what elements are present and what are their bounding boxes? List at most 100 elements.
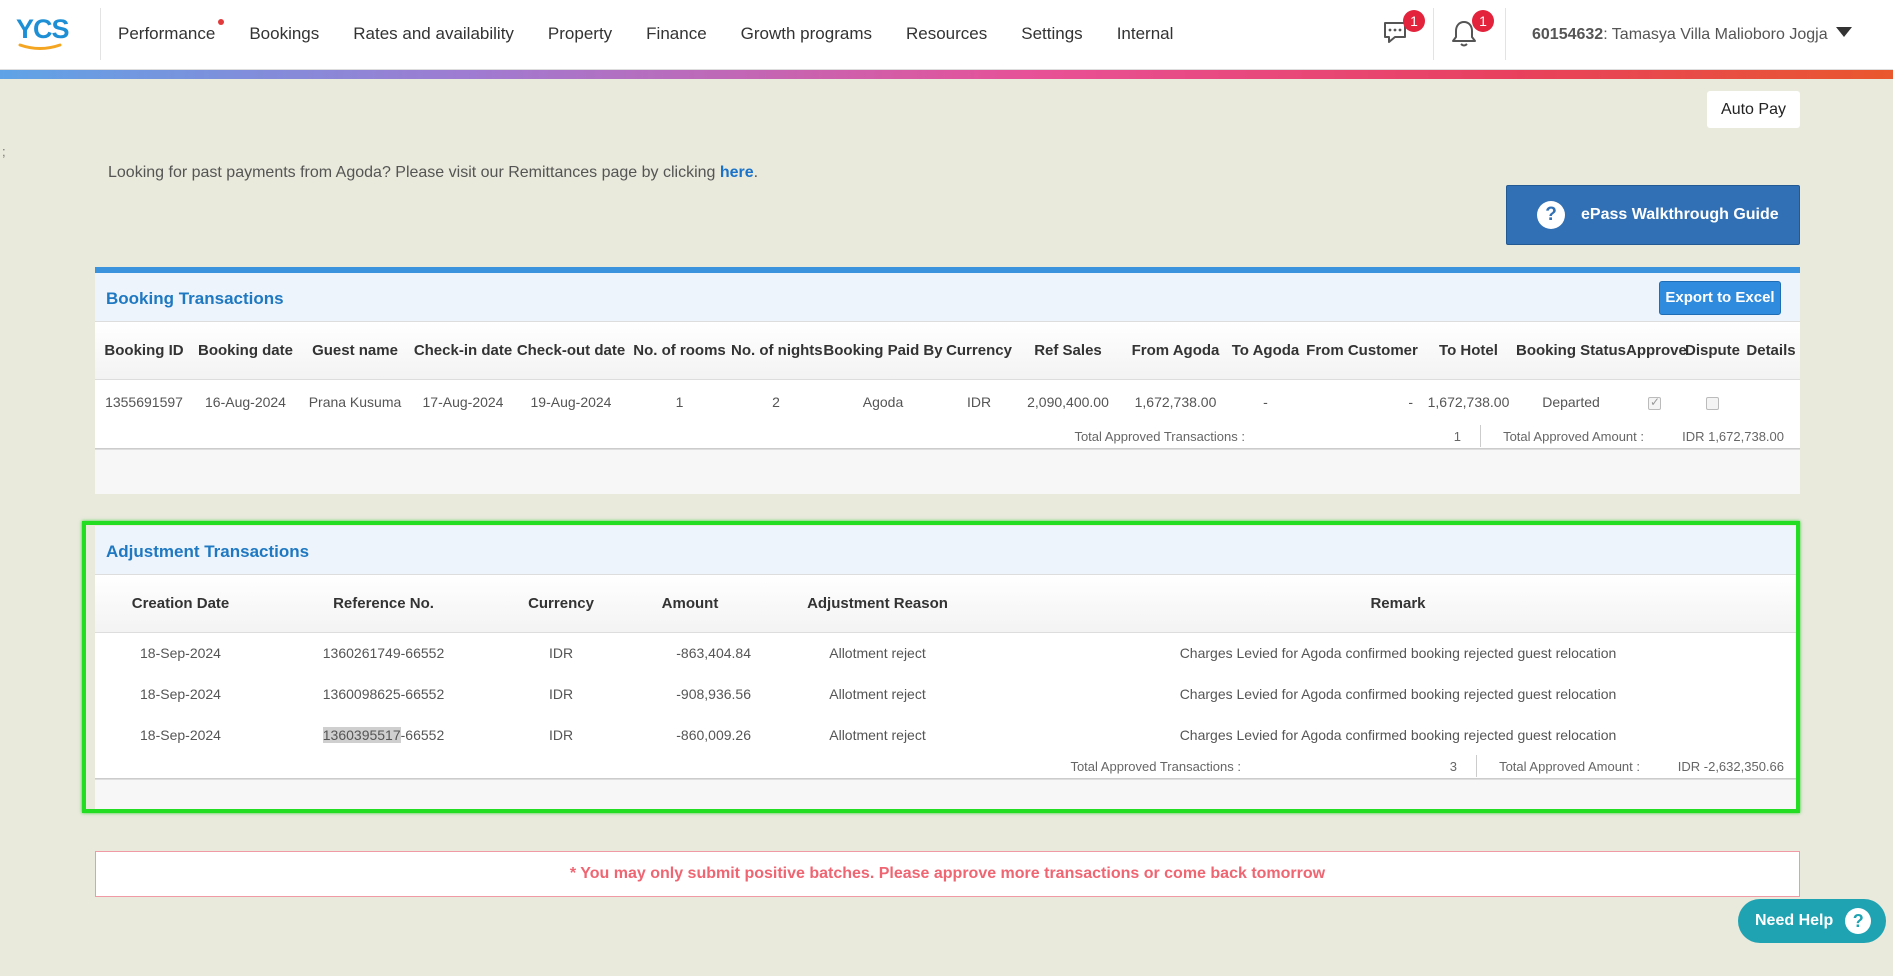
nav-finance[interactable]: Finance xyxy=(646,24,706,44)
stray-text: ; xyxy=(2,144,6,159)
currency: IDR xyxy=(548,644,574,661)
total-amount-value: IDR 1,672,738.00 xyxy=(1682,429,1784,444)
booking-status: Departed xyxy=(1542,394,1600,411)
amount: -908,936.56 xyxy=(676,685,751,702)
from-agoda: 1,672,738.00 xyxy=(1134,394,1217,411)
rooms-count: 1 xyxy=(675,394,684,411)
column-header[interactable]: Booking date xyxy=(193,322,298,380)
column-header[interactable]: Guest name xyxy=(298,322,412,380)
table-row: 18-Sep-2024 1360261749-66552 IDR -863,40… xyxy=(95,632,1800,673)
nav-resources[interactable]: Resources xyxy=(906,24,987,44)
logo-text: YCS xyxy=(16,14,70,44)
column-header[interactable]: To Agoda xyxy=(1228,322,1303,380)
nav-growth-programs[interactable]: Growth programs xyxy=(741,24,872,44)
panel-header: Booking Transactions Export to Excel xyxy=(95,273,1800,322)
nights-count: 2 xyxy=(772,394,780,411)
logo-smile-icon xyxy=(18,43,62,50)
column-header[interactable]: Reference No. xyxy=(266,575,501,633)
column-header[interactable]: Booking Status xyxy=(1516,322,1626,380)
nav-label: Property xyxy=(547,24,613,43)
guest-name: Prana Kusuma xyxy=(308,394,402,411)
amount: -863,404.84 xyxy=(676,644,751,661)
nav-settings[interactable]: Settings xyxy=(1021,24,1082,44)
remark: Charges Levied for Agoda confirmed booki… xyxy=(1179,726,1617,743)
dispute-checkbox[interactable] xyxy=(1706,397,1719,411)
column-header[interactable]: Amount xyxy=(621,575,759,633)
column-header[interactable]: Dispute xyxy=(1683,322,1742,380)
column-header[interactable]: Check-out date xyxy=(514,322,628,380)
total-amount-label: Total Approved Amount : xyxy=(1503,429,1644,444)
adjustment-transactions-table: Creation Date Reference No. Currency Amo… xyxy=(95,575,1800,755)
panel-title: Adjustment Transactions xyxy=(106,542,310,561)
nav-internal[interactable]: Internal xyxy=(1117,24,1174,44)
remittances-link[interactable]: here xyxy=(720,164,754,181)
column-header[interactable]: From Agoda xyxy=(1123,322,1228,380)
main-nav: Performance Bookings Rates and availabil… xyxy=(118,19,1207,44)
divider xyxy=(100,8,101,60)
nav-property[interactable]: Property xyxy=(548,24,612,44)
nav-bookings[interactable]: Bookings xyxy=(249,24,319,44)
column-header[interactable]: No. of nights xyxy=(731,322,823,380)
table-header-row: Creation Date Reference No. Currency Amo… xyxy=(95,575,1800,633)
reference-no: 1360261749-66552 xyxy=(266,632,501,673)
currency: IDR xyxy=(966,394,992,411)
column-header[interactable]: No. of rooms xyxy=(628,322,731,380)
top-navigation-bar: YCS Performance Bookings Rates and avail… xyxy=(0,0,1893,70)
column-header[interactable]: Currency xyxy=(501,575,621,633)
reference-main-selected[interactable]: 1360395517 xyxy=(322,726,401,743)
column-header[interactable]: Approve xyxy=(1626,322,1687,380)
remark: Charges Levied for Agoda confirmed booki… xyxy=(1179,685,1617,702)
column-header[interactable]: Details xyxy=(1742,322,1800,380)
divider xyxy=(1480,425,1481,447)
approve-checkbox[interactable] xyxy=(1648,395,1661,411)
notifications-button[interactable]: 1 xyxy=(1450,10,1494,48)
total-count-value: 1 xyxy=(1453,429,1461,444)
property-id: 60154632 xyxy=(1532,26,1604,43)
booking-date: 16-Aug-2024 xyxy=(205,394,286,411)
reference-main[interactable]: 1360261749 xyxy=(323,645,401,661)
check-out-date: 19-Aug-2024 xyxy=(530,394,612,411)
nav-rates-and-availability[interactable]: Rates and availability xyxy=(353,24,514,44)
property-selector[interactable]: 60154632: Tamasya Villa Malioboro Jogja xyxy=(1532,26,1852,44)
divider xyxy=(1505,8,1506,60)
messages-badge: 1 xyxy=(1403,10,1425,32)
total-amount-value: IDR -2,632,350.66 xyxy=(1677,759,1784,774)
creation-date: 18-Sep-2024 xyxy=(140,726,221,743)
booking-id[interactable]: 1355691597 xyxy=(95,379,193,425)
column-header[interactable]: Adjustment Reason xyxy=(759,575,996,633)
ycs-logo[interactable]: YCS xyxy=(16,14,76,50)
new-indicator-dot xyxy=(218,19,225,25)
column-header[interactable]: Creation Date xyxy=(95,575,266,633)
export-to-excel-button[interactable]: Export to Excel xyxy=(1659,281,1781,315)
column-header[interactable]: Ref Sales xyxy=(1013,322,1123,380)
adjustment-transactions-panel: Adjustment Transactions Creation Date Re… xyxy=(95,526,1800,812)
creation-date: 18-Sep-2024 xyxy=(140,685,221,702)
submission-warning: * You may only submit positive batches. … xyxy=(95,851,1800,897)
need-help-button[interactable]: Need Help ? xyxy=(1738,899,1886,943)
adjustment-reason: Allotment reject xyxy=(829,726,926,743)
creation-date: 18-Sep-2024 xyxy=(140,644,221,661)
reference-main[interactable]: 1360098625 xyxy=(323,686,401,702)
column-header[interactable]: Check-in date xyxy=(412,322,514,380)
epass-label: ePass Walkthrough Guide xyxy=(1581,206,1779,223)
nav-label: Rates and availability xyxy=(353,24,514,43)
total-count-label: Total Approved Transactions : xyxy=(1074,429,1245,444)
divider xyxy=(1433,8,1434,60)
column-header[interactable]: From Customer xyxy=(1303,322,1421,380)
column-header[interactable]: Remark xyxy=(996,575,1800,633)
column-header[interactable]: Currency xyxy=(945,322,1013,380)
column-header[interactable]: Booking Paid By xyxy=(821,322,945,380)
total-amount-label: Total Approved Amount : xyxy=(1499,759,1640,774)
table-row: 1355691597 16-Aug-2024 Prana Kusuma 17-A… xyxy=(95,379,1800,425)
auto-pay-button[interactable]: Auto Pay xyxy=(1707,91,1800,128)
epass-walkthrough-button[interactable]: ? ePass Walkthrough Guide xyxy=(1506,185,1800,245)
nav-performance[interactable]: Performance xyxy=(118,19,225,44)
column-header[interactable]: Booking ID xyxy=(95,322,193,380)
brand-gradient-bar xyxy=(0,70,1893,79)
column-header[interactable]: To Hotel xyxy=(1421,322,1516,380)
from-customer: - xyxy=(1408,394,1413,411)
remark: Charges Levied for Agoda confirmed booki… xyxy=(1179,644,1617,661)
messages-button[interactable]: 1 xyxy=(1381,10,1425,48)
total-count-label: Total Approved Transactions : xyxy=(1070,759,1241,774)
remittance-notice: Looking for past payments from Agoda? Pl… xyxy=(108,164,758,182)
